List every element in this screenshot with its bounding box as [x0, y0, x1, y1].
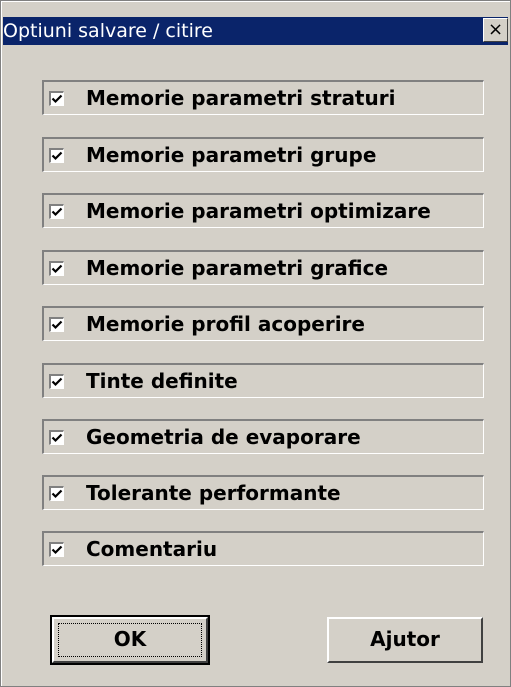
- window-title: Optiuni salvare / citire: [3, 20, 213, 42]
- option-label: Memorie parametri optimizare: [86, 199, 431, 223]
- option-label: Memorie profil acoperire: [86, 312, 365, 336]
- checkmark-icon: [51, 545, 63, 555]
- option-geometria-de-evaporare[interactable]: Geometria de evaporare: [42, 419, 484, 454]
- checkbox[interactable]: [49, 91, 64, 106]
- option-label: Memorie parametri grafice: [86, 256, 389, 280]
- option-label: Tolerante performante: [86, 481, 341, 505]
- option-tolerante-performante[interactable]: Tolerante performante: [42, 475, 484, 510]
- option-memorie-parametri-optimizare[interactable]: Memorie parametri optimizare: [42, 193, 484, 228]
- checkbox[interactable]: [49, 374, 64, 389]
- checkmark-icon: [51, 94, 63, 104]
- help-button[interactable]: Ajutor: [327, 617, 483, 663]
- checkbox[interactable]: [49, 148, 64, 163]
- options-dialog: Optiuni salvare / citire × Memorie param…: [0, 0, 511, 687]
- focus-rectangle: [58, 623, 202, 657]
- checkmark-icon: [51, 377, 63, 387]
- checkmark-icon: [51, 151, 63, 161]
- option-label: Geometria de evaporare: [86, 425, 361, 449]
- checkbox[interactable]: [49, 204, 64, 219]
- close-icon: ×: [487, 19, 504, 40]
- option-label: Tinte definite: [86, 369, 238, 393]
- option-label: Memorie parametri straturi: [86, 86, 396, 110]
- title-bar[interactable]: Optiuni salvare / citire ×: [3, 17, 508, 45]
- checkmark-icon: [51, 207, 63, 217]
- option-comentariu[interactable]: Comentariu: [42, 531, 484, 566]
- option-memorie-parametri-grupe[interactable]: Memorie parametri grupe: [42, 137, 484, 172]
- checkbox[interactable]: [49, 317, 64, 332]
- close-button[interactable]: ×: [483, 18, 508, 42]
- option-tinte-definite[interactable]: Tinte definite: [42, 363, 484, 398]
- option-label: Memorie parametri grupe: [86, 143, 377, 167]
- option-memorie-parametri-grafice[interactable]: Memorie parametri grafice: [42, 250, 484, 285]
- option-memorie-profil-acoperire[interactable]: Memorie profil acoperire: [42, 306, 484, 341]
- checkmark-icon: [51, 489, 63, 499]
- ok-button[interactable]: OK: [50, 615, 210, 665]
- help-button-label: Ajutor: [370, 627, 440, 651]
- checkmark-icon: [51, 320, 63, 330]
- checkmark-icon: [51, 264, 63, 274]
- checkbox[interactable]: [49, 261, 64, 276]
- checkmark-icon: [51, 433, 63, 443]
- checkbox[interactable]: [49, 486, 64, 501]
- option-memorie-parametri-straturi[interactable]: Memorie parametri straturi: [42, 80, 484, 115]
- checkbox[interactable]: [49, 542, 64, 557]
- checkbox[interactable]: [49, 430, 64, 445]
- option-label: Comentariu: [86, 537, 218, 561]
